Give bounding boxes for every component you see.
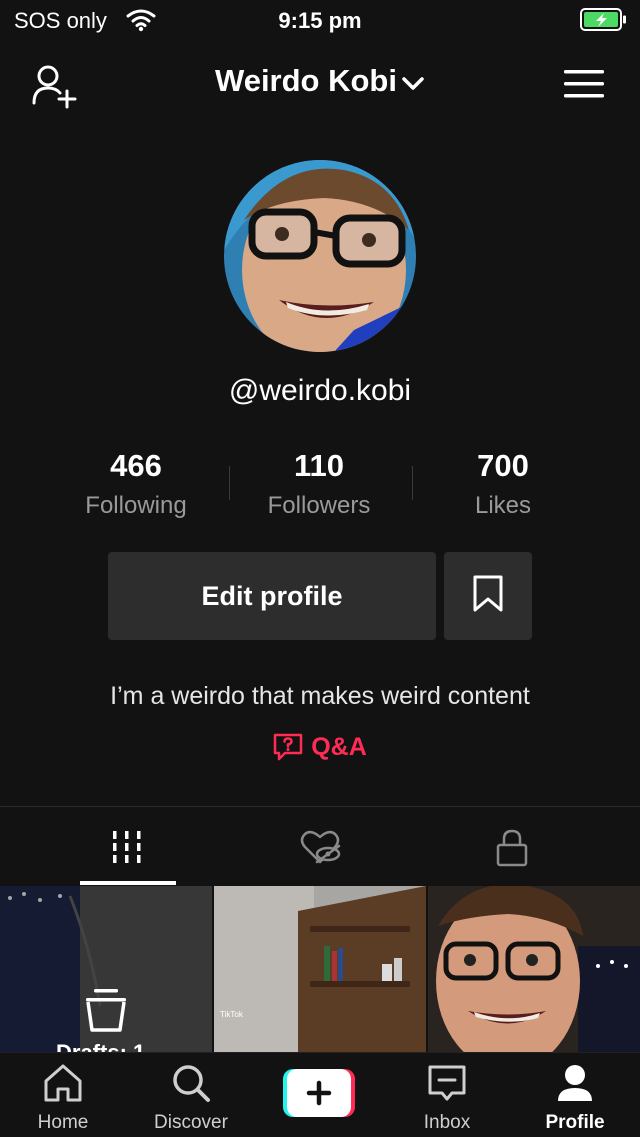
likes-label: Likes <box>474 492 532 519</box>
following-count: 466 <box>110 448 162 483</box>
drafts-icon <box>82 986 130 1039</box>
tiktok-watermark: TikTok <box>220 1010 243 1019</box>
home-icon <box>44 1064 82 1102</box>
followers-count: 110 <box>293 448 344 483</box>
tabs-divider <box>0 806 640 807</box>
bottom-nav: Home Discover Inbox Profile <box>0 1052 640 1137</box>
nav-profile-label: Profile <box>545 1112 605 1133</box>
video-thumbnail[interactable] <box>428 886 640 1052</box>
tab-liked[interactable] <box>214 822 427 878</box>
nav-profile[interactable]: Profile <box>520 1063 630 1134</box>
top-bar: Weirdo Kobi <box>0 55 640 111</box>
nav-inbox-label: Inbox <box>423 1112 471 1133</box>
likes-count: 700 <box>477 448 529 483</box>
nav-inbox[interactable]: Inbox <box>392 1063 502 1134</box>
active-tab-indicator <box>80 881 176 885</box>
nav-home-label: Home <box>37 1112 89 1133</box>
qa-label: Q&A <box>311 732 367 761</box>
status-bar: SOS only 9:15 pm <box>0 0 640 40</box>
create-button[interactable] <box>283 1069 355 1117</box>
bookmark-button[interactable] <box>444 552 532 640</box>
drafts-thumbnail[interactable]: Drafts: 1 <box>0 886 212 1052</box>
page-title: Weirdo Kobi <box>215 63 397 98</box>
plus-icon <box>283 1069 355 1117</box>
edit-profile-button[interactable]: Edit profile <box>108 552 436 640</box>
nav-home[interactable]: Home <box>8 1063 118 1134</box>
followers-label: Followers <box>267 492 371 519</box>
stat-followers[interactable]: 110 Followers <box>229 448 409 520</box>
chevron-down-icon <box>401 76 425 97</box>
lock-icon <box>495 828 529 873</box>
hidden-heart-icon <box>300 830 342 871</box>
clock: 9:15 pm <box>278 8 362 33</box>
stat-likes[interactable]: 700 Likes <box>413 448 593 520</box>
account-switcher[interactable]: Weirdo Kobi <box>0 63 640 99</box>
battery-icon <box>580 7 628 38</box>
video-thumbnail[interactable]: TikTok <box>214 886 426 1052</box>
avatar[interactable] <box>224 160 416 352</box>
qa-link[interactable]: Q&A <box>0 732 640 762</box>
video-grid: Drafts: 1 TikTok <box>0 886 640 1052</box>
nav-discover[interactable]: Discover <box>136 1063 246 1134</box>
tab-videos[interactable] <box>20 822 233 878</box>
bookmark-icon <box>472 575 504 618</box>
inbox-icon <box>428 1065 466 1101</box>
grid-icon <box>111 830 143 870</box>
qa-icon <box>273 734 303 761</box>
search-icon <box>173 1065 210 1102</box>
tab-private[interactable] <box>405 822 618 878</box>
username: @weirdo.kobi <box>228 374 412 407</box>
menu-icon[interactable] <box>564 67 604 101</box>
stat-following[interactable]: 466 Following <box>46 448 226 520</box>
drafts-label: Drafts: 1 <box>56 1040 145 1052</box>
following-label: Following <box>85 492 187 519</box>
profile-icon <box>558 1065 592 1101</box>
nav-discover-label: Discover <box>154 1112 228 1133</box>
bio-text: I’m a weirdo that makes weird content <box>110 682 530 710</box>
